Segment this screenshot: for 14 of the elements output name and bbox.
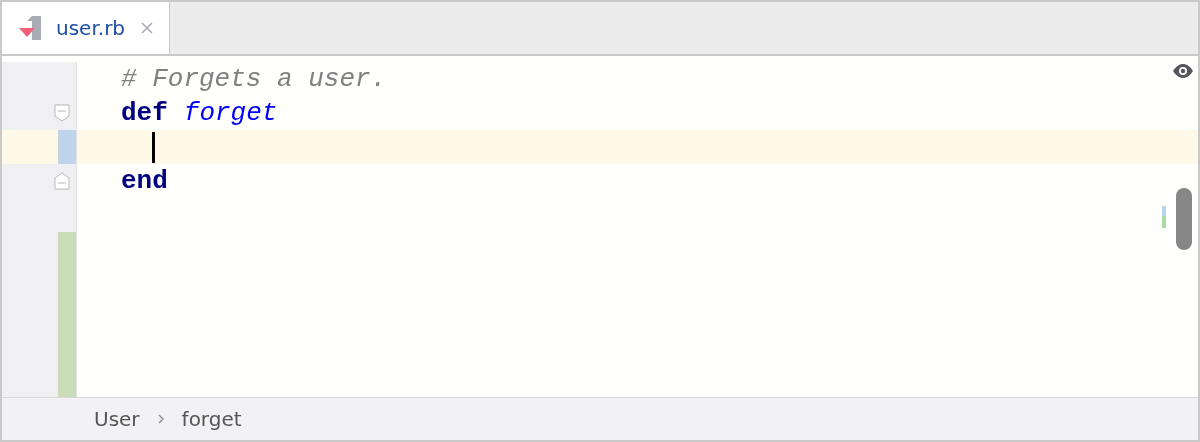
code-token: forget	[183, 98, 278, 128]
scrollbar-thumb[interactable]	[1176, 188, 1192, 250]
code-token: def	[121, 98, 168, 128]
ruby-file-icon	[18, 15, 44, 41]
close-icon[interactable]	[141, 22, 154, 34]
fold-icon[interactable]	[54, 172, 70, 190]
code-token: # Forgets a user.	[121, 64, 387, 94]
breadcrumb-item[interactable]: forget	[181, 407, 242, 431]
file-tab[interactable]: user.rb	[2, 2, 171, 54]
chevron-icon	[157, 414, 164, 424]
fold-icon[interactable]	[54, 104, 70, 122]
code-token: end	[121, 166, 168, 196]
breadcrumb-item[interactable]: User	[94, 407, 140, 431]
eye-icon[interactable]	[1172, 64, 1194, 78]
